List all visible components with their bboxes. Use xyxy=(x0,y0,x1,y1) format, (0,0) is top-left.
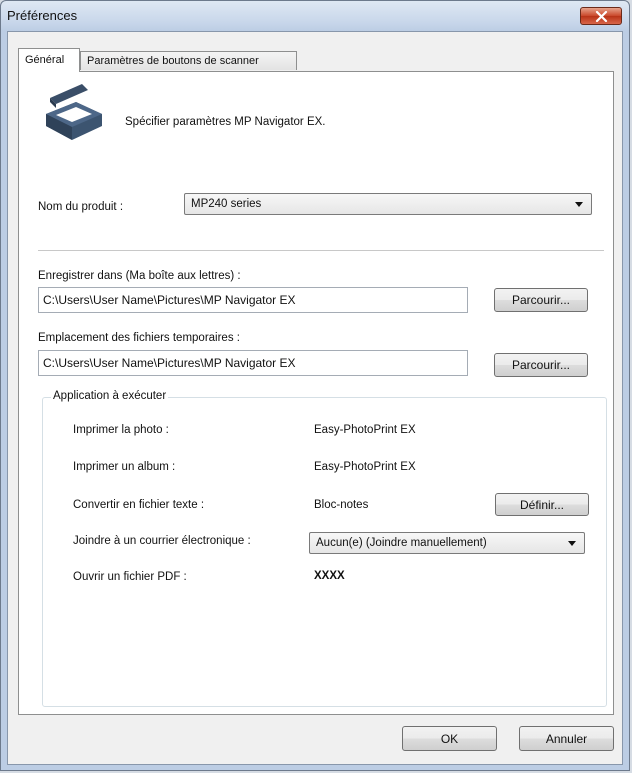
dialog-client-area: Général Paramètres de boutons de scanner… xyxy=(7,31,623,765)
header-description: Spécifier paramètres MP Navigator EX. xyxy=(125,116,326,128)
tab-scanner-buttons[interactable]: Paramètres de boutons de scanner xyxy=(80,51,297,70)
title-bar[interactable]: Préférences xyxy=(1,1,629,31)
save-to-input[interactable] xyxy=(39,288,467,312)
product-dropdown[interactable]: MP240 series xyxy=(184,193,592,215)
chevron-down-icon xyxy=(568,541,576,546)
app-row-label: Convertir en fichier texte : xyxy=(73,499,205,511)
window-title: Préférences xyxy=(7,8,78,23)
tab-scanner-buttons-label: Paramètres de boutons de scanner xyxy=(87,55,259,67)
app-row-label: Ouvrir un fichier PDF : xyxy=(73,571,187,583)
preferences-window: Préférences Général Paramètres de bouton… xyxy=(0,0,630,771)
temp-location-input[interactable] xyxy=(39,351,467,375)
app-row-value: Easy-PhotoPrint EX xyxy=(314,461,416,473)
app-row-value: Bloc-notes xyxy=(314,499,369,511)
close-button[interactable] xyxy=(580,7,622,25)
app-row-value: XXXX xyxy=(314,570,345,582)
general-tab-panel: Spécifier paramètres MP Navigator EX. No… xyxy=(18,71,614,715)
close-icon xyxy=(595,11,608,22)
ok-button[interactable]: OK xyxy=(402,726,497,751)
app-row-label: Imprimer un album : xyxy=(73,461,176,473)
save-to-label: Enregistrer dans (Ma boîte aux lettres) … xyxy=(38,270,241,282)
save-to-browse-button[interactable]: Parcourir... xyxy=(494,288,588,312)
product-value: MP240 series xyxy=(191,198,262,210)
separator xyxy=(38,250,604,252)
email-app-dropdown[interactable]: Aucun(e) (Joindre manuellement) xyxy=(309,532,585,554)
product-label: Nom du produit : xyxy=(38,201,124,213)
application-group: Application à exécuter Imprimer la photo… xyxy=(42,390,607,707)
scanner-icon xyxy=(46,84,102,140)
temp-location-label: Emplacement des fichiers temporaires : xyxy=(38,332,240,344)
temp-location-field[interactable] xyxy=(38,350,468,376)
tab-general[interactable]: Général xyxy=(18,48,80,72)
app-row-value: Easy-PhotoPrint EX xyxy=(314,424,416,436)
app-row-label: Imprimer la photo : xyxy=(73,424,169,436)
define-button[interactable]: Définir... xyxy=(495,493,589,516)
chevron-down-icon xyxy=(575,202,583,207)
temp-location-browse-button[interactable]: Parcourir... xyxy=(494,353,588,377)
application-group-legend: Application à exécuter xyxy=(51,390,169,402)
app-row-label: Joindre à un courrier électronique : xyxy=(73,535,251,547)
tab-general-label: Général xyxy=(25,54,65,66)
cancel-button[interactable]: Annuler xyxy=(519,726,614,751)
email-app-value: Aucun(e) (Joindre manuellement) xyxy=(316,537,487,549)
save-to-field[interactable] xyxy=(38,287,468,313)
